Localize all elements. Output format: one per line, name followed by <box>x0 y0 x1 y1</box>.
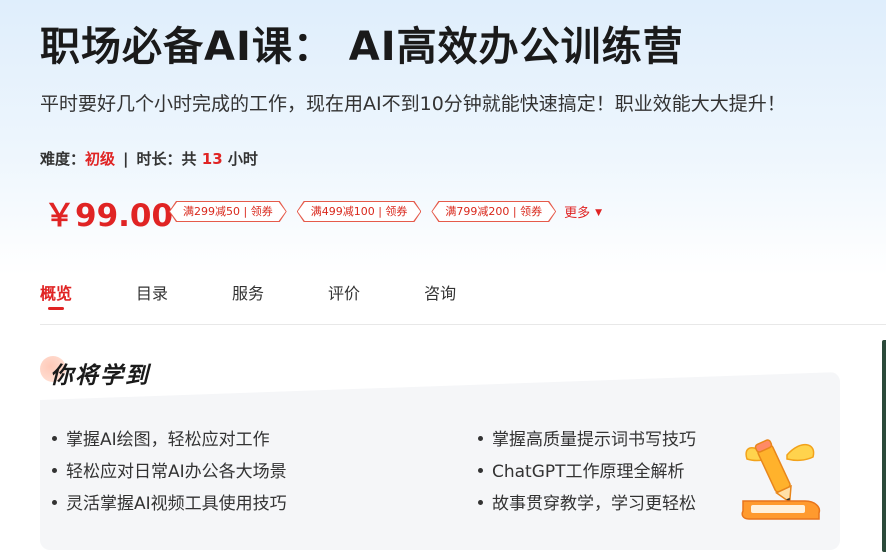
coupon-299[interactable]: 满299减50 | 领券 <box>169 201 287 222</box>
more-coupons-button[interactable]: 更多 ▼ <box>564 202 602 221</box>
bullet-icon <box>478 436 483 441</box>
list-item: 故事贯穿教学，学习更轻松 <box>478 492 696 524</box>
side-edge-bar <box>882 340 886 552</box>
coupon-label: 满299减50 | 领券 <box>170 202 286 221</box>
bullet-icon <box>478 500 483 505</box>
coupon-list: 满299减50 | 领券 满499减100 | 领券 满799减200 | 领券… <box>169 201 602 222</box>
coupon-799[interactable]: 满799减200 | 领券 <box>431 201 556 222</box>
item-text: 故事贯穿教学，学习更轻松 <box>492 494 696 514</box>
tab-reviews[interactable]: 评价 <box>328 280 360 304</box>
duration-label: 时长：共 <box>136 150 197 168</box>
learn-list-left: 掌握AI绘图，轻松应对工作 轻松应对日常AI办公各大场景 灵活掌握AI视频工具使… <box>52 428 287 524</box>
duration-unit: 小时 <box>227 150 258 168</box>
item-text: 掌握AI绘图，轻松应对工作 <box>66 430 270 450</box>
bullet-icon <box>478 468 483 473</box>
more-label: 更多 <box>564 206 591 221</box>
tab-divider <box>40 324 886 325</box>
list-item: 轻松应对日常AI办公各大场景 <box>52 460 287 492</box>
caret-down-icon: ▼ <box>595 208 603 218</box>
list-item: ChatGPT工作原理全解析 <box>478 460 696 492</box>
price: ￥99.00 <box>44 198 174 234</box>
learn-list-right: 掌握高质量提示词书写技巧 ChatGPT工作原理全解析 故事贯穿教学，学习更轻松 <box>478 428 696 524</box>
course-meta: 难度：初级 | 时长：共 13 小时 <box>40 148 258 169</box>
learn-heading: 你将学到 <box>40 352 150 389</box>
tab-consult[interactable]: 咨询 <box>424 280 456 304</box>
learn-title: 你将学到 <box>50 363 150 389</box>
course-subtitle: 平时要好几个小时完成的工作，现在用AI不到10分钟就能快速搞定！职业效能大大提升… <box>40 93 786 115</box>
difficulty-value: 初级 <box>85 150 116 168</box>
pencil-book-icon <box>741 439 821 520</box>
difficulty-label: 难度： <box>40 150 86 168</box>
coupon-label: 满799减200 | 领券 <box>432 202 555 221</box>
list-item: 灵活掌握AI视频工具使用技巧 <box>52 492 287 524</box>
list-item: 掌握AI绘图，轻松应对工作 <box>52 428 287 460</box>
bullet-icon <box>52 436 57 441</box>
item-text: 掌握高质量提示词书写技巧 <box>492 430 696 450</box>
coupon-label: 满499减100 | 领券 <box>298 202 421 221</box>
meta-separator: | <box>123 150 129 168</box>
coupon-499[interactable]: 满499减100 | 领券 <box>297 201 422 222</box>
tab-catalog[interactable]: 目录 <box>136 280 168 304</box>
tab-service[interactable]: 服务 <box>232 280 264 304</box>
list-item: 掌握高质量提示词书写技巧 <box>478 428 696 460</box>
item-text: ChatGPT工作原理全解析 <box>492 462 685 482</box>
item-text: 轻松应对日常AI办公各大场景 <box>66 462 287 482</box>
duration-value: 13 <box>201 150 223 168</box>
tab-bar: 概览 目录 服务 评价 咨询 <box>40 280 520 310</box>
bullet-icon <box>52 468 57 473</box>
tab-overview[interactable]: 概览 <box>40 280 72 310</box>
bullet-icon <box>52 500 57 505</box>
course-title: 职场必备AI课： AI高效办公训练营 <box>40 24 684 70</box>
item-text: 灵活掌握AI视频工具使用技巧 <box>66 494 287 514</box>
